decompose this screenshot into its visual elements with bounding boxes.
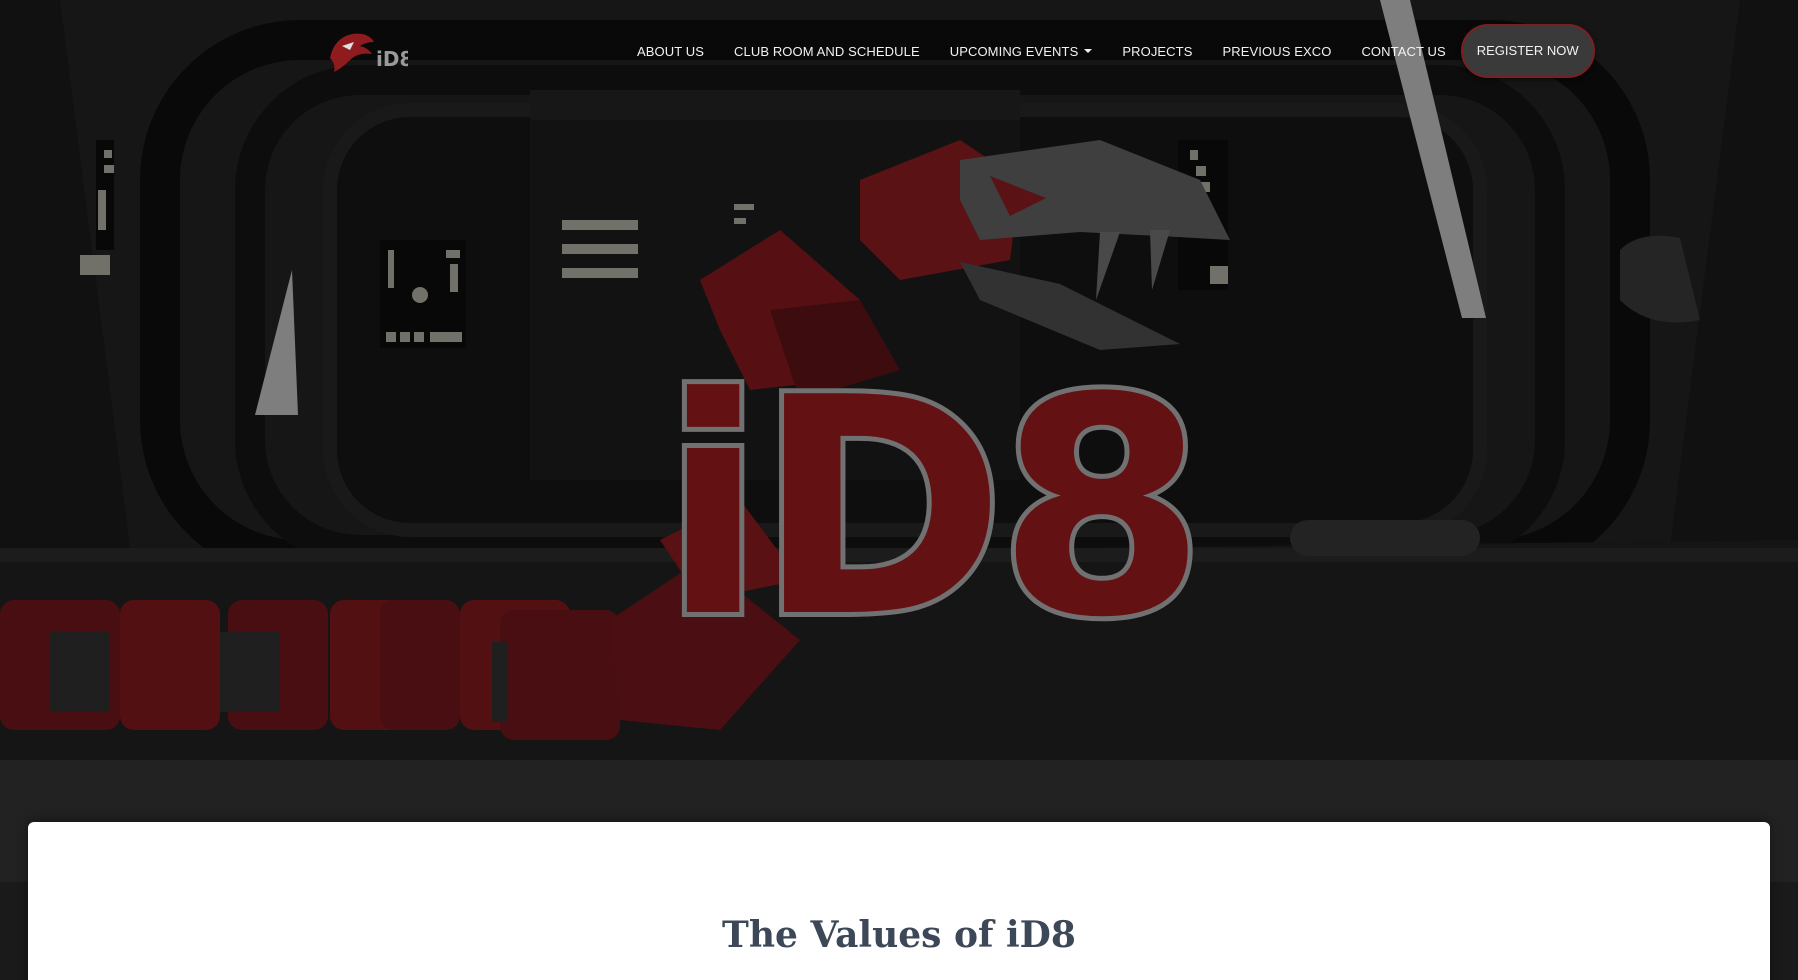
nav-item-contact-us[interactable]: CONTACT US xyxy=(1346,44,1460,59)
nav-item-club-room-and-schedule[interactable]: CLUB ROOM AND SCHEDULE xyxy=(719,44,935,59)
nav-item-upcoming-events[interactable]: UPCOMING EVENTS xyxy=(935,44,1108,59)
nav-item-label: CLUB ROOM AND SCHEDULE xyxy=(734,43,920,59)
nav-item-projects[interactable]: PROJECTS xyxy=(1107,44,1207,59)
snake-head-icon: iD8 xyxy=(330,33,413,72)
navbar: iD8 ABOUT US CLUB ROOM AND SCHEDULE UPCO… xyxy=(0,0,1798,100)
register-now-button[interactable]: REGISTER NOW xyxy=(1460,24,1595,78)
nav-item-label: PREVIOUS EXCO xyxy=(1222,43,1332,59)
hero-overlay xyxy=(0,0,1798,882)
brand-logo-text: iD8 xyxy=(376,47,408,71)
hero-section: iD8 xyxy=(0,0,1798,882)
nav-links: ABOUT US CLUB ROOM AND SCHEDULE UPCOMING… xyxy=(622,24,1595,78)
main-content-card: The Values of iD8 xyxy=(28,822,1770,980)
brand-logo[interactable]: iD8 xyxy=(328,28,413,76)
page: iD8 iD8 ABOUT US CLUB ROOM AND SCHEDULE … xyxy=(0,0,1798,980)
section-title: The Values of iD8 xyxy=(722,914,1076,956)
nav-item-about-us[interactable]: ABOUT US xyxy=(622,44,719,59)
nav-item-label: UPCOMING EVENTS xyxy=(949,43,1079,59)
caret-down-icon xyxy=(1084,49,1093,53)
nav-item-label: CONTACT US xyxy=(1361,43,1446,59)
nav-item-label: ABOUT US xyxy=(637,43,705,59)
nav-item-label: PROJECTS xyxy=(1122,43,1193,59)
nav-item-previous-exco[interactable]: PREVIOUS EXCO xyxy=(1208,44,1347,59)
